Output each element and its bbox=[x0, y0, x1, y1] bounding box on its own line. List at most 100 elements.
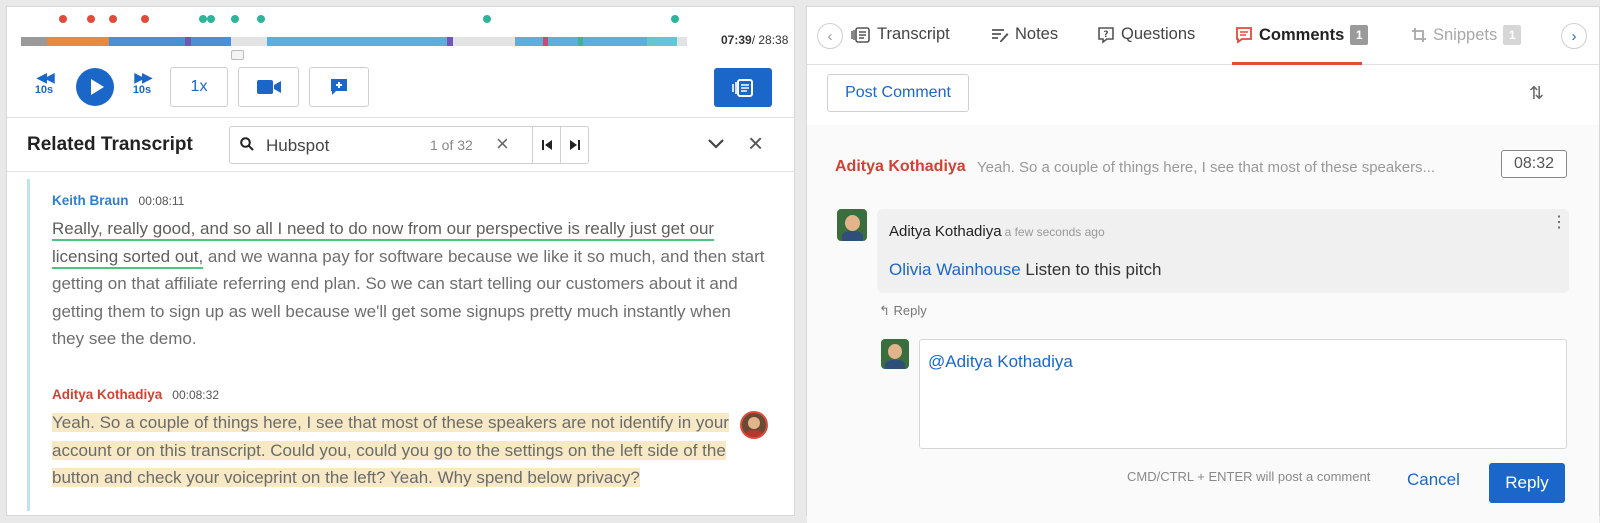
timeline-marker[interactable] bbox=[109, 15, 117, 23]
timeline-segment bbox=[21, 37, 47, 46]
timeline-segment bbox=[583, 37, 647, 46]
post-shortcut-hint: CMD/CTRL + ENTER will post a comment bbox=[1127, 469, 1371, 484]
timeline-marker[interactable] bbox=[199, 15, 207, 23]
timeline-segment bbox=[231, 37, 267, 46]
play-button[interactable] bbox=[76, 68, 114, 106]
comment-body: Olivia Wainhouse Listen to this pitch bbox=[889, 260, 1161, 280]
divider bbox=[7, 117, 794, 118]
active-tab-indicator bbox=[1232, 62, 1362, 65]
cancel-button[interactable]: Cancel bbox=[1407, 470, 1460, 490]
comment-avatar[interactable] bbox=[740, 411, 768, 439]
total-time: / 28:38 bbox=[751, 33, 789, 47]
timeline-marker[interactable] bbox=[207, 15, 215, 23]
prev-result-button[interactable] bbox=[532, 127, 560, 163]
transcript-toggle-button[interactable] bbox=[714, 68, 772, 107]
avatar bbox=[881, 339, 909, 369]
speed-button[interactable]: 1x bbox=[170, 67, 228, 107]
skip-previous-icon bbox=[541, 140, 552, 150]
comment-author: Aditya Kothadiya a few seconds ago bbox=[889, 223, 1105, 240]
transcript-paragraph[interactable]: Really, really good, and so all I need t… bbox=[52, 215, 767, 353]
timeline-segment bbox=[647, 37, 677, 46]
timeline-marker[interactable] bbox=[257, 15, 265, 23]
chevron-down-icon[interactable] bbox=[707, 135, 725, 153]
transcript-paragraph[interactable]: Yeah. So a couple of things here, I see … bbox=[52, 409, 767, 492]
reply-link[interactable]: ↰ Reply bbox=[879, 303, 927, 319]
timeline-segment bbox=[47, 37, 109, 46]
thread-excerpt[interactable]: Yeah. So a couple of things here, I see … bbox=[977, 159, 1477, 176]
timeline-marker[interactable] bbox=[483, 15, 491, 23]
fast-forward-icon: ▶▶ bbox=[134, 69, 153, 85]
comment-text: Listen to this pitch bbox=[1020, 260, 1162, 279]
timeline-marker[interactable] bbox=[59, 15, 67, 23]
clear-search-icon[interactable]: × bbox=[496, 131, 509, 157]
transcript-search: 1 of 32 × bbox=[229, 126, 589, 164]
transcript-list: Keith Braun 00:08:11 Really, really good,… bbox=[27, 179, 782, 511]
side-panel: ‹ Transcript Notes ? Questions Comments … bbox=[806, 6, 1600, 523]
snippets-count-badge: 1 bbox=[1503, 25, 1522, 45]
close-icon[interactable]: × bbox=[748, 130, 763, 156]
post-comment-button[interactable]: Post Comment bbox=[827, 74, 969, 112]
timeline-marker[interactable] bbox=[141, 15, 149, 23]
rewind-icon: ◀◀ bbox=[36, 69, 55, 85]
segment-timestamp[interactable]: 00:08:32 bbox=[172, 388, 219, 402]
timeline-segment bbox=[191, 37, 231, 46]
thread-author: Aditya Kothadiya bbox=[835, 158, 966, 175]
speaker-name[interactable]: Aditya Kothadiya 00:08:32 bbox=[52, 387, 219, 402]
transcript-icon bbox=[851, 26, 870, 43]
notes-icon bbox=[992, 28, 1009, 42]
search-input[interactable] bbox=[266, 135, 416, 157]
divider bbox=[7, 171, 794, 172]
tab-label: Notes bbox=[1015, 25, 1059, 43]
timeline-segment bbox=[453, 37, 515, 46]
tabs-prev-button[interactable]: ‹ bbox=[817, 23, 843, 49]
skip-back-label: 10s bbox=[34, 84, 54, 96]
tabs-next-button[interactable]: › bbox=[1561, 23, 1587, 49]
timeline-segment bbox=[515, 37, 543, 46]
tab-notes[interactable]: Notes bbox=[991, 25, 1058, 44]
mention-link[interactable]: Olivia Wainhouse bbox=[889, 260, 1021, 279]
playback-time: 07:39/ 28:38 bbox=[721, 33, 788, 47]
sort-icon[interactable]: ⇅ bbox=[1529, 83, 1544, 104]
reply-input[interactable]: @Aditya Kothadiya bbox=[920, 340, 1566, 448]
avatar bbox=[837, 209, 867, 241]
tab-questions[interactable]: ? Questions bbox=[1097, 25, 1195, 44]
player-controls: ◀◀ 10s ▶▶ 10s 1x bbox=[21, 62, 781, 112]
tab-label: Snippets bbox=[1433, 25, 1498, 44]
timeline-segment bbox=[267, 37, 447, 46]
question-icon: ? bbox=[1098, 26, 1114, 44]
thread-timestamp-button[interactable]: 08:32 bbox=[1501, 150, 1567, 178]
search-icon bbox=[240, 137, 254, 151]
speaker-name[interactable]: Keith Braun 00:08:11 bbox=[52, 193, 184, 208]
commented-text: Yeah. So a couple of things here, I see … bbox=[52, 413, 729, 487]
add-comment-button[interactable] bbox=[309, 67, 369, 107]
next-result-button[interactable] bbox=[560, 127, 588, 163]
reply-button[interactable]: Reply bbox=[1489, 463, 1565, 503]
reply-editor: @Aditya Kothadiya bbox=[919, 339, 1567, 449]
comment-time: a few seconds ago bbox=[1004, 225, 1105, 239]
timeline-marker[interactable] bbox=[231, 15, 239, 23]
transcript-icon bbox=[732, 78, 753, 97]
timeline-marker[interactable] bbox=[671, 15, 679, 23]
skip-back-button[interactable]: ◀◀ 10s bbox=[29, 70, 59, 96]
skip-next-icon bbox=[569, 140, 580, 150]
timeline-thumb-icon[interactable] bbox=[231, 50, 244, 60]
skip-forward-button[interactable]: ▶▶ 10s bbox=[127, 70, 157, 96]
tab-bar: ‹ Transcript Notes ? Questions Comments … bbox=[807, 7, 1599, 65]
tab-label: Transcript bbox=[877, 25, 950, 43]
chevron-left-icon: ‹ bbox=[827, 27, 833, 45]
tab-transcript[interactable]: Transcript bbox=[851, 25, 950, 44]
crop-icon bbox=[1412, 28, 1426, 42]
reply-link-label: Reply bbox=[893, 303, 927, 318]
more-vertical-icon[interactable]: ⋮ bbox=[1551, 215, 1567, 231]
timeline-segment bbox=[548, 37, 578, 46]
tab-comments[interactable]: Comments 1 bbox=[1235, 25, 1369, 45]
timeline[interactable]: 07:39/ 28:38 bbox=[21, 15, 788, 60]
tab-label: Questions bbox=[1121, 25, 1196, 43]
video-button[interactable] bbox=[238, 67, 299, 107]
timeline-marker[interactable] bbox=[87, 15, 95, 23]
svg-text:?: ? bbox=[1103, 30, 1108, 40]
tab-snippets[interactable]: Snippets 1 bbox=[1411, 25, 1522, 45]
timeline-segment bbox=[109, 37, 185, 46]
segment-timestamp[interactable]: 00:08:11 bbox=[139, 194, 185, 208]
comment-card: Aditya Kothadiya a few seconds ago ⋮ Oliv… bbox=[877, 209, 1569, 293]
